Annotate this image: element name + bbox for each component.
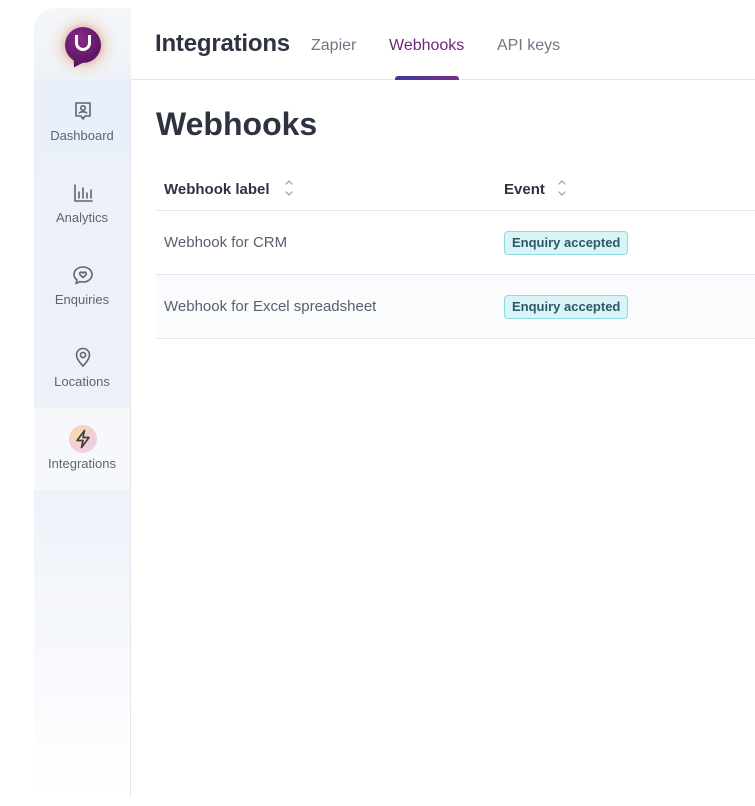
sidebar: Dashboard Analytics Enquiries Locations … bbox=[34, 80, 131, 798]
table-row[interactable]: Webhook for Excel spreadsheet Enquiry ac… bbox=[156, 275, 755, 339]
tab-api-keys[interactable]: API keys bbox=[497, 37, 560, 55]
column-header-event[interactable]: Event bbox=[504, 181, 545, 198]
sort-icon[interactable] bbox=[556, 177, 568, 199]
tab-webhooks[interactable]: Webhooks bbox=[389, 37, 464, 55]
sidebar-item-analytics[interactable]: Analytics bbox=[34, 162, 130, 244]
table-row[interactable]: Webhook for CRM Enquiry accepted bbox=[156, 211, 755, 275]
location-pin-icon bbox=[72, 346, 94, 368]
app-window: Integrations Zapier Webhooks API keys Da… bbox=[34, 8, 755, 798]
sidebar-item-label: Dashboard bbox=[50, 128, 114, 143]
sidebar-item-enquiries[interactable]: Enquiries bbox=[34, 244, 130, 326]
page-title: Integrations bbox=[155, 30, 290, 57]
tab-zapier[interactable]: Zapier bbox=[311, 37, 356, 55]
top-header: Integrations Zapier Webhooks API keys bbox=[34, 8, 755, 80]
event-badge: Enquiry accepted bbox=[504, 231, 629, 255]
enquiries-icon bbox=[72, 264, 94, 286]
section-heading: Webhooks bbox=[156, 106, 318, 142]
column-header-webhook-label[interactable]: Webhook label bbox=[164, 181, 270, 198]
table-header: Webhook label Event bbox=[156, 168, 755, 211]
sidebar-item-label: Integrations bbox=[48, 456, 116, 471]
logo-u-glyph bbox=[75, 35, 91, 51]
sidebar-item-label: Locations bbox=[54, 374, 110, 389]
sidebar-item-label: Enquiries bbox=[54, 292, 110, 307]
sidebar-item-label: Analytics bbox=[55, 210, 109, 225]
webhooks-table: Webhook label Event Webhook for CRM Enqu… bbox=[156, 168, 755, 339]
lightning-icon bbox=[72, 428, 94, 450]
sidebar-item-dashboard[interactable]: Dashboard bbox=[34, 80, 130, 162]
brand-logo[interactable] bbox=[65, 27, 101, 63]
webhook-label-cell: Webhook for Excel spreadsheet bbox=[164, 298, 377, 315]
logo-area bbox=[34, 8, 131, 80]
analytics-icon bbox=[72, 182, 94, 204]
sidebar-item-locations[interactable]: Locations bbox=[34, 326, 130, 408]
main-content: Webhooks Webhook label Event Webhook for… bbox=[131, 80, 755, 798]
sidebar-item-integrations[interactable]: Integrations bbox=[34, 408, 130, 490]
dashboard-icon bbox=[72, 100, 94, 122]
sort-icon[interactable] bbox=[283, 177, 295, 199]
webhook-label-cell: Webhook for CRM bbox=[164, 234, 288, 251]
event-badge: Enquiry accepted bbox=[504, 295, 629, 319]
